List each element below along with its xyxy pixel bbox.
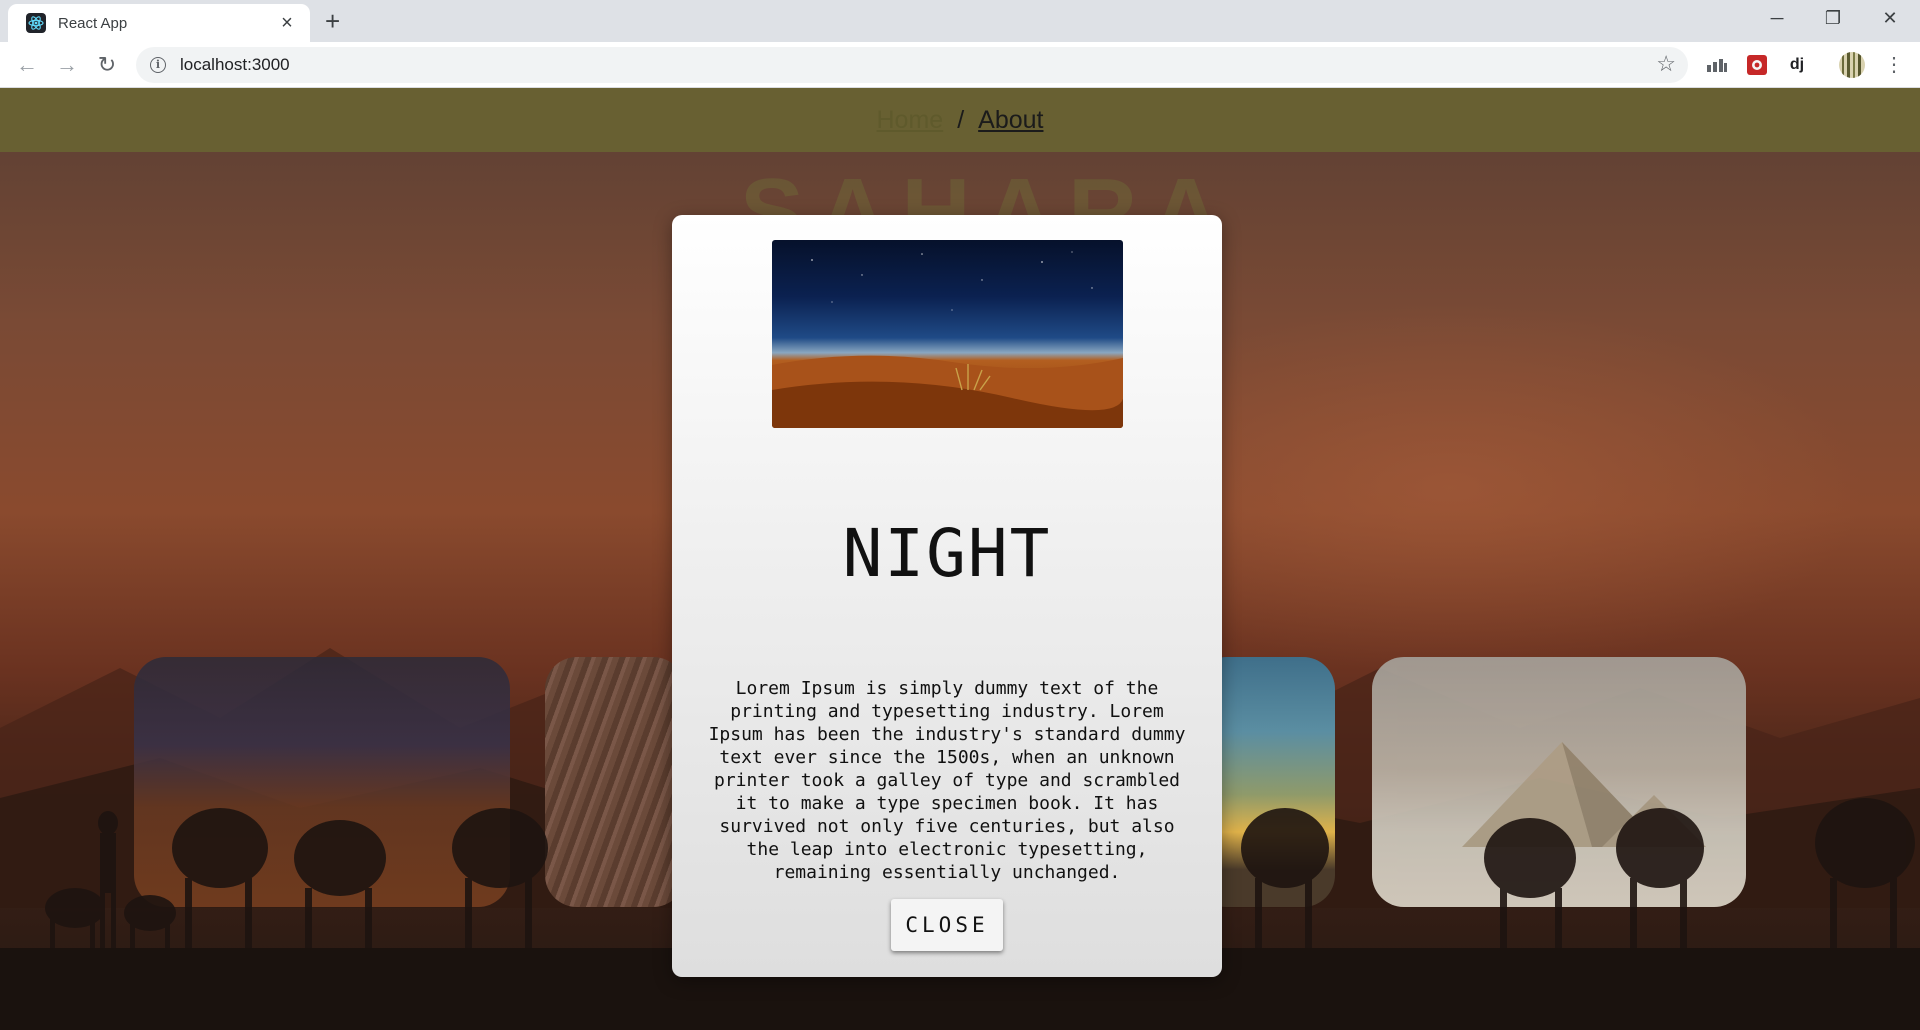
menu-kebab-icon[interactable]: ⋮ [1880,52,1908,78]
restore-icon[interactable]: ❐ [1821,8,1845,29]
detail-modal: NIGHT Lorem Ipsum is simply dummy text o… [672,215,1222,977]
minimize-icon[interactable]: ─ [1765,8,1789,29]
browser-toolbar: ← → ↻ i localhost:3000 ☆ dj ⋮ [0,42,1920,88]
dj-extension-icon[interactable]: dj [1784,52,1810,78]
modal-description: Lorem Ipsum is simply dummy text of the … [708,678,1186,883]
tab-close-icon[interactable]: × [276,13,298,33]
modal-title: NIGHT [842,515,1052,592]
reload-icon[interactable]: ↻ [93,52,121,78]
nav-about-link[interactable]: About [978,106,1043,135]
nav-home-link[interactable]: Home [877,106,944,135]
bar-chart-extension-icon[interactable] [1704,52,1730,78]
nav-separator: / [957,105,965,134]
page-content: Home / About SAHARA NIGHT Lorem Ipsum is… [0,88,1920,1030]
tab-title: React App [58,14,128,32]
browser-tab[interactable]: React App × [8,4,310,42]
forward-icon[interactable]: → [53,52,81,78]
url-text[interactable]: localhost:3000 [180,55,290,75]
site-navbar: Home / About [0,88,1920,152]
bookmark-star-icon[interactable]: ☆ [1656,51,1676,77]
red-square-extension-icon[interactable] [1745,52,1769,78]
info-icon[interactable]: i [150,57,166,73]
react-atom-icon [26,13,46,33]
desert-night-image [772,240,1123,428]
address-bar[interactable]: i localhost:3000 ☆ [136,47,1688,83]
browser-tab-bar: React App × + ─ ❐ ✕ [0,0,1920,42]
striped-avatar-icon[interactable] [1838,52,1866,78]
window-close-icon[interactable]: ✕ [1878,8,1902,29]
new-tab-icon[interactable]: + [325,8,340,34]
back-icon[interactable]: ← [13,52,41,78]
close-button[interactable]: CLOSE [891,899,1003,951]
